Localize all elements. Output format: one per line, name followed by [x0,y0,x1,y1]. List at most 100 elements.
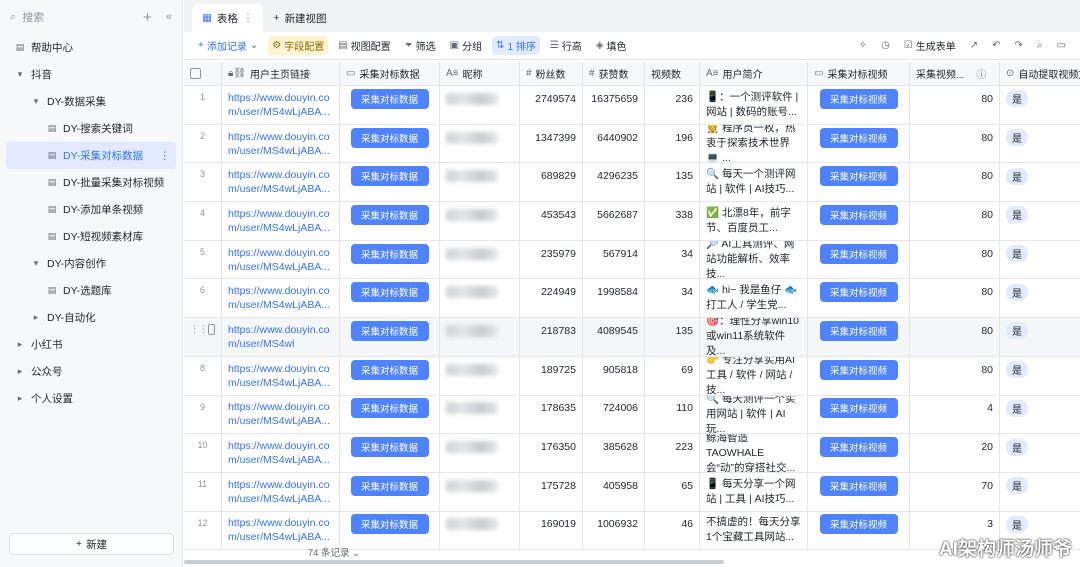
row-height-button[interactable]: ☰ 行高 [546,36,586,55]
collect-video-button[interactable]: 采集对标视频 [819,243,898,264]
collect-data-button[interactable]: 采集对标数据 [350,437,429,458]
collect-video-button[interactable]: 采集对标视频 [819,166,898,187]
sidebar-item[interactable]: ▤ DY-短视频素材库 [6,223,176,250]
sidebar-search[interactable]: ⌕ 搜索 + « [0,0,182,34]
new-view-button[interactable]: + 新建视图 [263,4,336,32]
col-header[interactable]: 🔒︎⛓︎ 用户主页链接 [222,62,340,85]
collect-video-button[interactable]: 采集对标视频 [819,127,898,148]
sidebar-item[interactable]: ▾ DY-数据采集 [6,88,176,115]
collect-video-button[interactable]: 采集对标视频 [819,359,898,380]
collect-data-button[interactable]: 采集对标数据 [350,243,429,264]
redo-button[interactable]: ↷ [1011,38,1027,53]
profile-link[interactable]: https://www.douyin.com/user/MS4wLjABA... [228,284,333,312]
col-header[interactable]: A≡ 昵称 [440,62,520,85]
col-header[interactable]: 视频数 [645,62,700,85]
table-row[interactable]: 4 https://www.douyin.com/user/MS4wLjABA.… [184,202,1080,241]
collect-video-button[interactable]: 采集对标视频 [819,320,898,341]
tab-table[interactable]: ▦ 表格 ⋮ [192,4,264,32]
field-config-button[interactable]: ⚙ 字段配置 [268,36,329,55]
sidebar-item[interactable]: ▸ 公众号 [6,358,176,385]
profile-link[interactable]: https://www.douyin.com/user/MS4wLjABA... [228,516,333,544]
row-index[interactable]: 10 [184,434,222,472]
collect-data-button[interactable]: 采集对标数据 [350,282,429,303]
row-index[interactable]: 5 [184,240,222,279]
profile-link[interactable]: https://www.douyin.com/user/MS4wLjABA... [228,130,333,158]
col-header[interactable]: A≡ 用户简介 [700,62,808,85]
collect-data-button[interactable]: 采集对标数据 [350,88,429,109]
row-checkbox[interactable] [208,324,215,336]
new-button[interactable]: + 新建 [9,533,174,555]
sidebar-item[interactable]: ▤ DY-搜索关键词 [6,115,176,142]
col-header[interactable]: ▭ 采集对标视频 [808,62,910,85]
fill-color-button[interactable]: ◈ 填色 [592,36,631,55]
add-record-button[interactable]: + 添加记录 ⌄ [194,36,262,55]
row-index[interactable]: 1 [184,86,222,124]
sidebar-item[interactable]: ▸ 小红书 [6,331,176,358]
sort-button[interactable]: ⇅ 1 排序 [492,36,540,55]
profile-link[interactable]: https://www.douyin.com/user/MS4wLjABA... [228,168,333,196]
collect-data-button[interactable]: 采集对标数据 [350,127,429,148]
sidebar-item[interactable]: ▤ DY-添加单条视频 [6,196,176,223]
chevron-down-icon[interactable]: ⌄ [250,40,258,51]
col-header[interactable]: 采集视频... ⓘ [910,62,1000,85]
col-header[interactable]: ⊙自动提取视频文 [1000,62,1080,85]
profile-link[interactable]: https://www.douyin.com/user/MS4wLjABA... [228,439,333,467]
profile-link[interactable]: https://www.douyin.com/user/MS4wLjABA... [228,91,333,119]
table-row[interactable]: 5 https://www.douyin.com/user/MS4wLjABA.… [184,240,1080,280]
collect-data-button[interactable]: 采集对标数据 [350,166,429,187]
sidebar-item[interactable]: ▸ DY-自动化 [6,304,176,331]
row-index[interactable]: 12 [184,511,222,550]
col-header[interactable]: # 获赞数 [583,62,645,85]
ai-button[interactable]: ✧ [855,38,871,53]
table-row[interactable]: 9 https://www.douyin.com/user/MS4wLjABA.… [184,395,1080,435]
collect-video-button[interactable]: 采集对标视频 [819,514,898,535]
profile-link[interactable]: https://www.douyin.com/user/MS4wLjABA... [228,246,333,274]
row-index[interactable]: ⋮⋮ [184,318,222,356]
collect-video-button[interactable]: 采集对标视频 [819,88,898,109]
generate-form-button[interactable]: ☑ 生成表单 [900,36,960,55]
record-count[interactable]: 74 条记录 ⌄ [184,545,484,559]
collect-data-button[interactable]: 采集对标数据 [350,514,429,535]
profile-link[interactable]: https://www.douyin.com/user/MS4wl [228,323,333,351]
profile-link[interactable]: https://www.douyin.com/user/MS4wLjABA... [228,400,333,428]
collect-video-button[interactable]: 采集对标视频 [819,398,898,419]
collect-data-button[interactable]: 采集对标数据 [350,475,429,496]
collect-data-button[interactable]: 采集对标数据 [350,204,429,225]
profile-link[interactable]: https://www.douyin.com/user/MS4wLjABA... [228,362,333,390]
table-row[interactable]: 10 https://www.douyin.com/user/MS4wLjABA… [184,434,1080,473]
sidebar-item[interactable]: ▤ DY-批量采集对标视频 [6,169,176,196]
table-row[interactable]: 11 https://www.douyin.com/user/MS4wLjABA… [184,472,1080,512]
drag-handle-icon[interactable]: ⋮⋮ [190,324,208,335]
table-row[interactable]: 6 https://www.douyin.com/user/MS4wLjABA.… [184,279,1080,319]
collect-data-button[interactable]: 采集对标数据 [350,398,429,419]
view-config-button[interactable]: ▤ 视图配置 [334,36,394,55]
row-index[interactable]: 3 [184,163,222,202]
profile-link[interactable]: https://www.douyin.com/user/MS4wLjABA... [228,207,333,235]
more-icon[interactable]: ⋮ [243,12,254,24]
undo-button[interactable]: ↶ [988,38,1004,53]
select-all-checkbox[interactable] [184,62,222,85]
share-button[interactable]: ↗ [966,38,982,53]
history-button[interactable]: ◷ [877,38,894,53]
row-index[interactable]: 11 [184,472,222,511]
group-button[interactable]: ▣ 分组 [446,36,486,55]
table-row[interactable]: 1 https://www.douyin.com/user/MS4wLjABA.… [184,86,1080,125]
col-header[interactable]: # 粉丝数 [520,62,583,85]
table-row[interactable]: ⋮⋮ https://www.douyin.com/user/MS4wl 采集对… [184,318,1080,357]
collapse-icon[interactable]: « [166,11,172,23]
collect-video-button[interactable]: 采集对标视频 [819,475,898,496]
search-input[interactable]: 搜索 [22,9,44,25]
col-header[interactable]: ▭ 采集对标数据 [340,62,440,85]
row-index[interactable]: 2 [184,124,222,163]
sidebar-item[interactable]: ▤ 帮助中心 [6,34,176,61]
horizontal-scrollbar[interactable] [184,560,724,564]
profile-link[interactable]: https://www.douyin.com/user/MS4wLjABA... [228,478,333,506]
collect-video-button[interactable]: 采集对标视频 [819,282,898,303]
collect-data-button[interactable]: 采集对标数据 [350,320,429,341]
filter-button[interactable]: ⏷ 筛选 [401,36,440,55]
table-row[interactable]: 3 https://www.douyin.com/user/MS4wLjABA.… [184,163,1080,203]
sidebar-item[interactable]: ▾ 抖音 [6,61,176,88]
row-index[interactable]: 6 [184,279,222,318]
more-icon[interactable]: ⋮ [160,150,171,162]
sidebar-item[interactable]: ▸ 个人设置 [6,385,176,412]
